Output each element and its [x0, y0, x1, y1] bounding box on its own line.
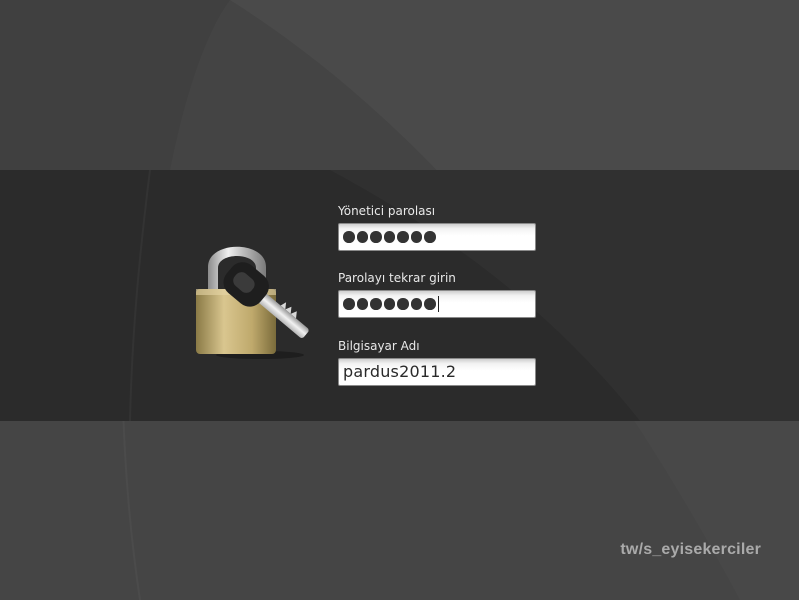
password-dot	[370, 298, 382, 310]
password-dot	[343, 298, 355, 310]
password-dot	[356, 298, 368, 310]
password-dot	[397, 231, 409, 243]
password-dot	[410, 231, 422, 243]
masked-password-dots	[343, 291, 439, 317]
computer-name-label: Bilgisayar Adı	[338, 339, 420, 353]
login-panel: Yönetici parolası Parolayı tekrar girin …	[0, 170, 799, 421]
computer-name-value: pardus2011.2	[343, 362, 457, 381]
password-dot	[343, 231, 355, 243]
confirm-password-label: Parolayı tekrar girin	[338, 271, 456, 285]
admin-password-input[interactable]	[338, 223, 536, 251]
masked-password-dots	[343, 224, 436, 250]
password-dot	[410, 298, 422, 310]
confirm-password-input[interactable]	[338, 290, 536, 318]
padlock-with-key-icon	[196, 246, 309, 359]
watermark: tw/s_eyisekerciler	[620, 541, 761, 558]
password-dot	[424, 231, 436, 243]
text-caret	[437, 296, 439, 312]
password-dot	[370, 231, 382, 243]
password-dot	[383, 298, 395, 310]
password-dot	[356, 231, 368, 243]
admin-password-label: Yönetici parolası	[338, 204, 436, 218]
password-dot	[424, 298, 436, 310]
computer-name-input[interactable]: pardus2011.2	[338, 358, 536, 386]
password-dot	[383, 231, 395, 243]
password-dot	[397, 298, 409, 310]
